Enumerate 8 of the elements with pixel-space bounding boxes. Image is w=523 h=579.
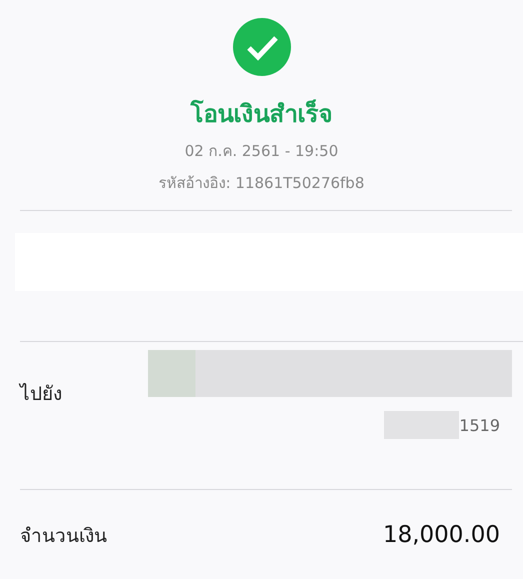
recipient-label: ไปยัง	[20, 382, 63, 407]
success-check-icon	[232, 18, 290, 76]
status-title: โอนเงินสำเร็จ	[190, 98, 332, 130]
account-number: 1519	[459, 416, 500, 434]
transfer-datetime: 02 ก.ค. 2561 - 19:50	[184, 141, 338, 162]
amount-value: 18,000.00	[382, 522, 500, 548]
amount-label: จำนวนเงิน	[20, 524, 107, 549]
reference-code: รหัสอ้างอิง: 11861T50276fb8	[158, 173, 364, 194]
